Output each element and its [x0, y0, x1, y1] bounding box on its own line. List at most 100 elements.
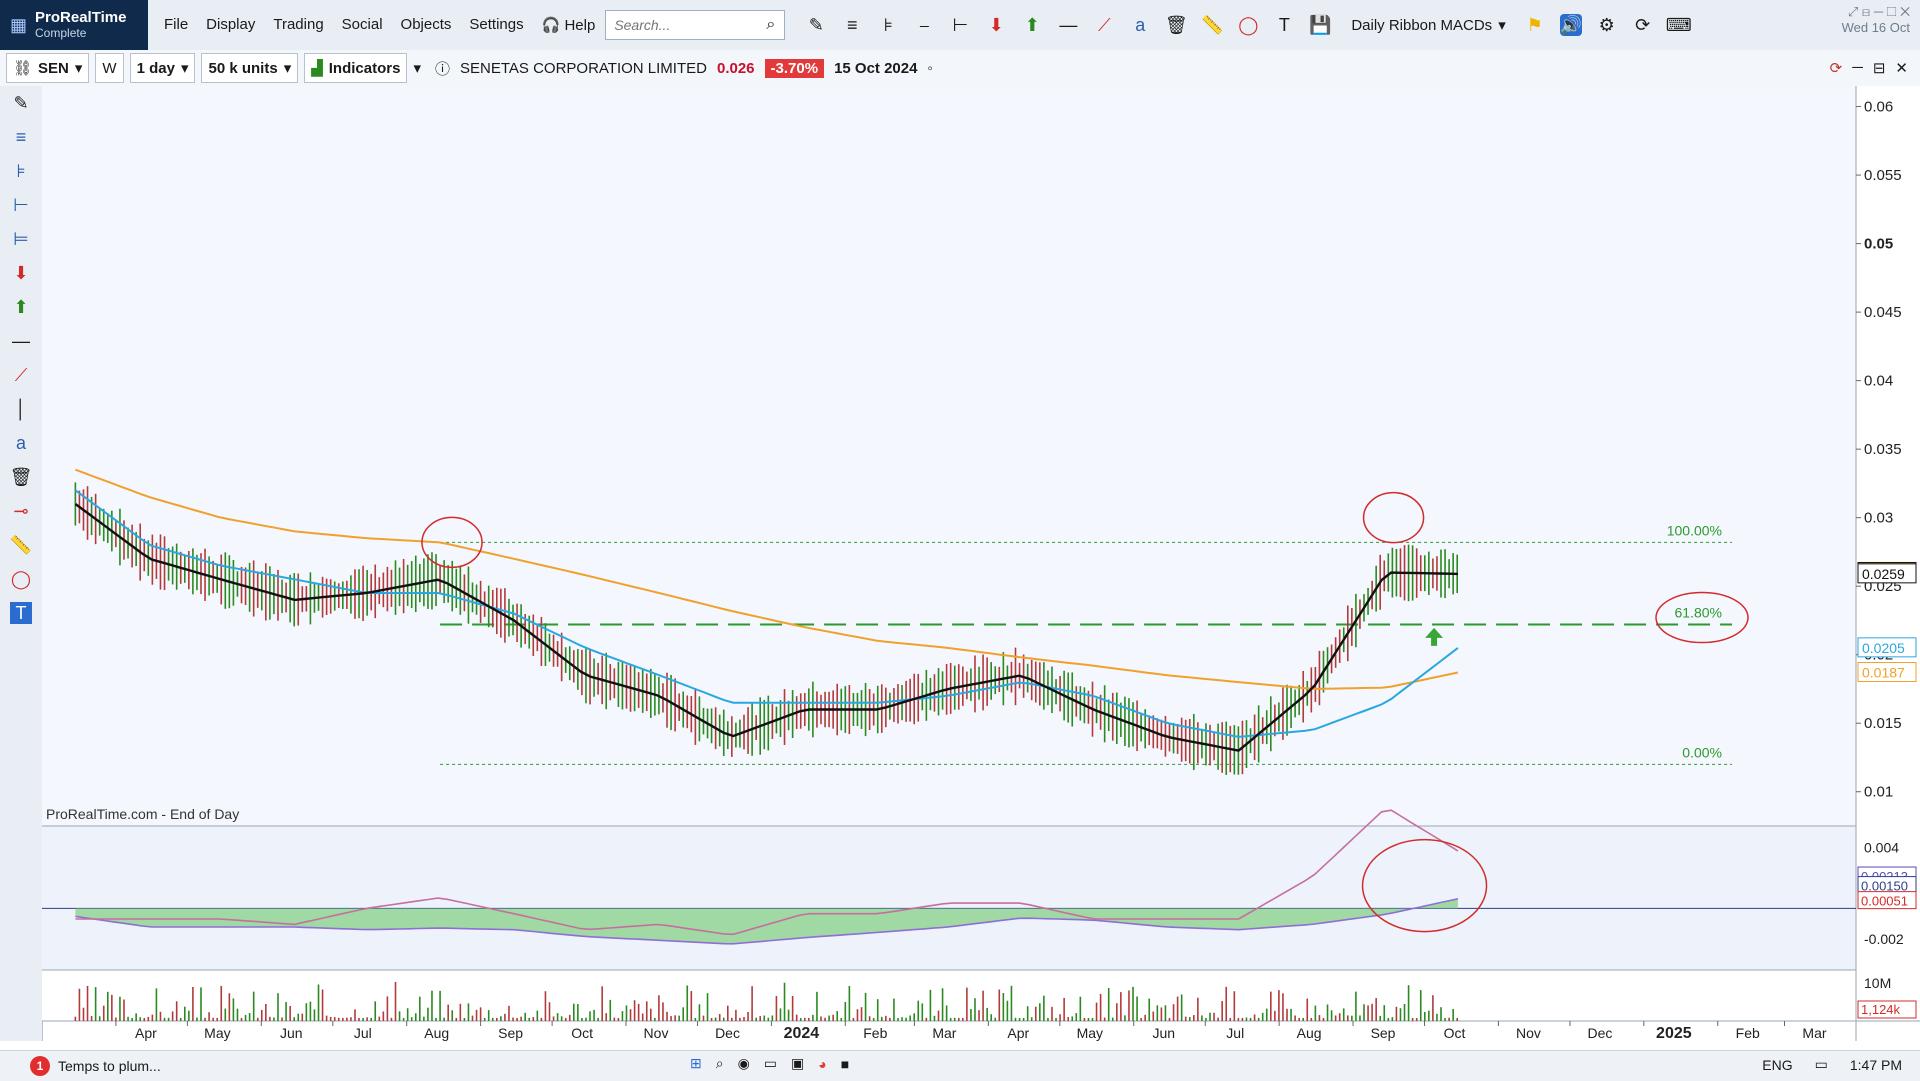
- horizontal-ray-icon[interactable]: ⊸: [0, 494, 42, 528]
- last-price: 0.026: [716, 59, 755, 77]
- app-icon[interactable]: ▭: [764, 1055, 777, 1072]
- indicators-button[interactable]: ▟ Indicators: [304, 53, 408, 83]
- save-icon[interactable]: 💾: [1309, 14, 1331, 36]
- windows-taskbar: 1 Temps to plum... ⊞ ⌕ ◉ ▭ ▣ ◕ ■ ENG ▭ 1…: [0, 1050, 1920, 1081]
- search-icon[interactable]: ⌕: [766, 16, 775, 34]
- ruler-icon[interactable]: 📏: [0, 528, 42, 562]
- window-controls[interactable]: ⤢ ⊟ ─ ☐ ✕: [1842, 4, 1910, 20]
- macd-panel-bg: [42, 826, 1856, 970]
- pencil-icon[interactable]: ✎: [805, 14, 827, 36]
- menu-display[interactable]: Display: [206, 16, 255, 34]
- ellipse-icon[interactable]: ◯: [0, 562, 42, 596]
- segment-icon[interactable]: ⟋: [1093, 14, 1115, 36]
- price-axis-label: 0.015: [1864, 715, 1902, 732]
- menu-file[interactable]: File: [164, 16, 188, 34]
- chevron-down-icon: ▾: [180, 60, 189, 77]
- app-logo: ▦ ProRealTime Complete: [0, 0, 148, 50]
- search-icon[interactable]: ⌕: [716, 1055, 724, 1072]
- menu-objects[interactable]: Objects: [401, 16, 452, 34]
- ruler-icon[interactable]: 📏: [1201, 14, 1223, 36]
- speaker-icon[interactable]: 🔊: [1560, 14, 1582, 36]
- horizontal-line-icon[interactable]: ≡: [0, 120, 42, 154]
- trend-icon[interactable]: ⎯: [913, 14, 935, 36]
- flag-icon[interactable]: ⚑: [1524, 14, 1546, 36]
- text-abc-icon[interactable]: a: [1129, 14, 1151, 36]
- left-drawing-toolbar: ✎ ≡ ⊧ ⊢ ⊨ ⬇ ⬆ — ⟋ │ a 🗑 ⊸ 📏 ◯ T: [0, 86, 43, 1041]
- pencil-icon[interactable]: ✎: [0, 86, 42, 120]
- units-selector[interactable]: 50 k units ▾: [201, 53, 299, 83]
- gear-icon[interactable]: ⚙: [1596, 14, 1618, 36]
- line-icon[interactable]: —: [0, 324, 42, 358]
- time-axis-label: Apr: [1007, 1025, 1029, 1041]
- fib-icon[interactable]: ⊧: [877, 14, 899, 36]
- refresh-icon[interactable]: ⟳: [1830, 59, 1843, 77]
- fan-icon[interactable]: ⊨: [0, 222, 42, 256]
- segment-icon[interactable]: ⟋: [0, 358, 42, 392]
- main-menu: File Display Trading Social Objects Sett…: [164, 16, 595, 34]
- network-icon[interactable]: ▭: [1815, 1056, 1828, 1073]
- chart-svg[interactable]: 0.060.0550.050.0450.040.0350.030.0250.02…: [42, 86, 1920, 1041]
- menu-help[interactable]: 🎧 Help: [542, 16, 596, 34]
- taskbar-notification[interactable]: 1 Temps to plum...: [30, 1056, 161, 1076]
- fan-icon[interactable]: ⊢: [949, 14, 971, 36]
- horizontal-line-icon[interactable]: ≡: [841, 14, 863, 36]
- menu-settings[interactable]: Settings: [469, 16, 523, 34]
- chrome-icon[interactable]: ◕: [818, 1056, 826, 1072]
- fib-label: 61.80%: [1675, 605, 1722, 621]
- interval-selector[interactable]: 1 day ▾: [129, 53, 196, 83]
- restore-icon[interactable]: ⊟: [1873, 59, 1886, 77]
- trash-icon[interactable]: 🗑: [0, 460, 42, 494]
- drawing-toolbar: ✎ ≡ ⊧ ⎯ ⊢ ⬇ ⬆ — ⟋ a 🗑 📏 ◯ T 💾: [805, 14, 1332, 36]
- time-axis-label: Oct: [571, 1025, 593, 1041]
- chart-area[interactable]: 0.060.0550.050.0450.040.0350.030.0250.02…: [42, 86, 1920, 1041]
- minimize-icon[interactable]: ─: [1852, 59, 1863, 77]
- fib-icon[interactable]: ⊧: [0, 154, 42, 188]
- time-axis-label: May: [1077, 1025, 1103, 1041]
- instrument-bar: ⛓ SEN ▾ W 1 day ▾ 50 k units ▾ ▟ Indicat…: [0, 50, 1920, 87]
- buy-arrow-icon[interactable]: ⬆: [1021, 14, 1043, 36]
- text-abc-icon[interactable]: a: [0, 426, 42, 460]
- sell-arrow-icon[interactable]: ⬇: [985, 14, 1007, 36]
- app-icon[interactable]: ▣: [791, 1055, 804, 1072]
- watermark-text: ProRealTime.com - End of Day: [46, 806, 239, 822]
- time-axis-label: Jul: [1226, 1025, 1244, 1041]
- app-icon[interactable]: ◉: [738, 1055, 750, 1072]
- info-icon[interactable]: ⓘ: [435, 58, 450, 79]
- ticker-selector[interactable]: ⛓ SEN ▾: [6, 53, 90, 83]
- clock[interactable]: 1:47 PM: [1850, 1057, 1902, 1073]
- time-axis-label: Sep: [498, 1025, 523, 1041]
- units-label: 50 k units: [208, 59, 278, 77]
- buy-arrow-icon[interactable]: ⬆: [0, 290, 42, 324]
- w-button[interactable]: W: [95, 53, 124, 83]
- time-axis-label: Nov: [1516, 1025, 1541, 1041]
- trash-icon[interactable]: 🗑: [1165, 14, 1188, 36]
- ticker-label: SEN: [38, 59, 69, 77]
- keyboard-icon[interactable]: ⌨: [1666, 14, 1692, 36]
- template-selector[interactable]: Daily Ribbon MACDs ▾: [1351, 16, 1505, 35]
- chevron-down-icon[interactable]: ▾: [413, 59, 421, 77]
- sell-arrow-icon[interactable]: ⬇: [0, 256, 42, 290]
- quote-summary: ⓘ SENETAS CORPORATION LIMITED 0.026 -3.7…: [435, 58, 933, 79]
- search-box[interactable]: ⌕: [605, 10, 786, 40]
- time-axis-label: Dec: [1588, 1025, 1613, 1041]
- menu-trading[interactable]: Trading: [273, 16, 323, 34]
- vertical-line-icon[interactable]: │: [0, 392, 42, 426]
- price-axis-label: 0.03: [1864, 510, 1893, 527]
- windows-start-icon[interactable]: ⊞: [690, 1055, 702, 1072]
- time-axis-label: Jun: [1152, 1025, 1175, 1041]
- text-T-icon[interactable]: T: [1273, 14, 1295, 36]
- macd-tag: 0.00051: [1861, 894, 1908, 909]
- chevron-down-icon: ▾: [74, 60, 83, 77]
- refresh-icon[interactable]: ⟳: [1632, 14, 1654, 36]
- close-icon[interactable]: ✕: [1895, 59, 1908, 77]
- line-icon[interactable]: —: [1057, 14, 1079, 36]
- fib-label: 100.00%: [1667, 522, 1722, 538]
- trend-icon[interactable]: ⊢: [0, 188, 42, 222]
- app-icon[interactable]: ■: [841, 1056, 849, 1072]
- menu-social[interactable]: Social: [342, 16, 383, 34]
- language-indicator[interactable]: ENG: [1762, 1057, 1792, 1073]
- ellipse-icon[interactable]: ◯: [1237, 14, 1259, 36]
- text-T-icon[interactable]: T: [10, 602, 32, 624]
- search-input[interactable]: [612, 16, 767, 34]
- time-axis-label: Mar: [932, 1025, 956, 1041]
